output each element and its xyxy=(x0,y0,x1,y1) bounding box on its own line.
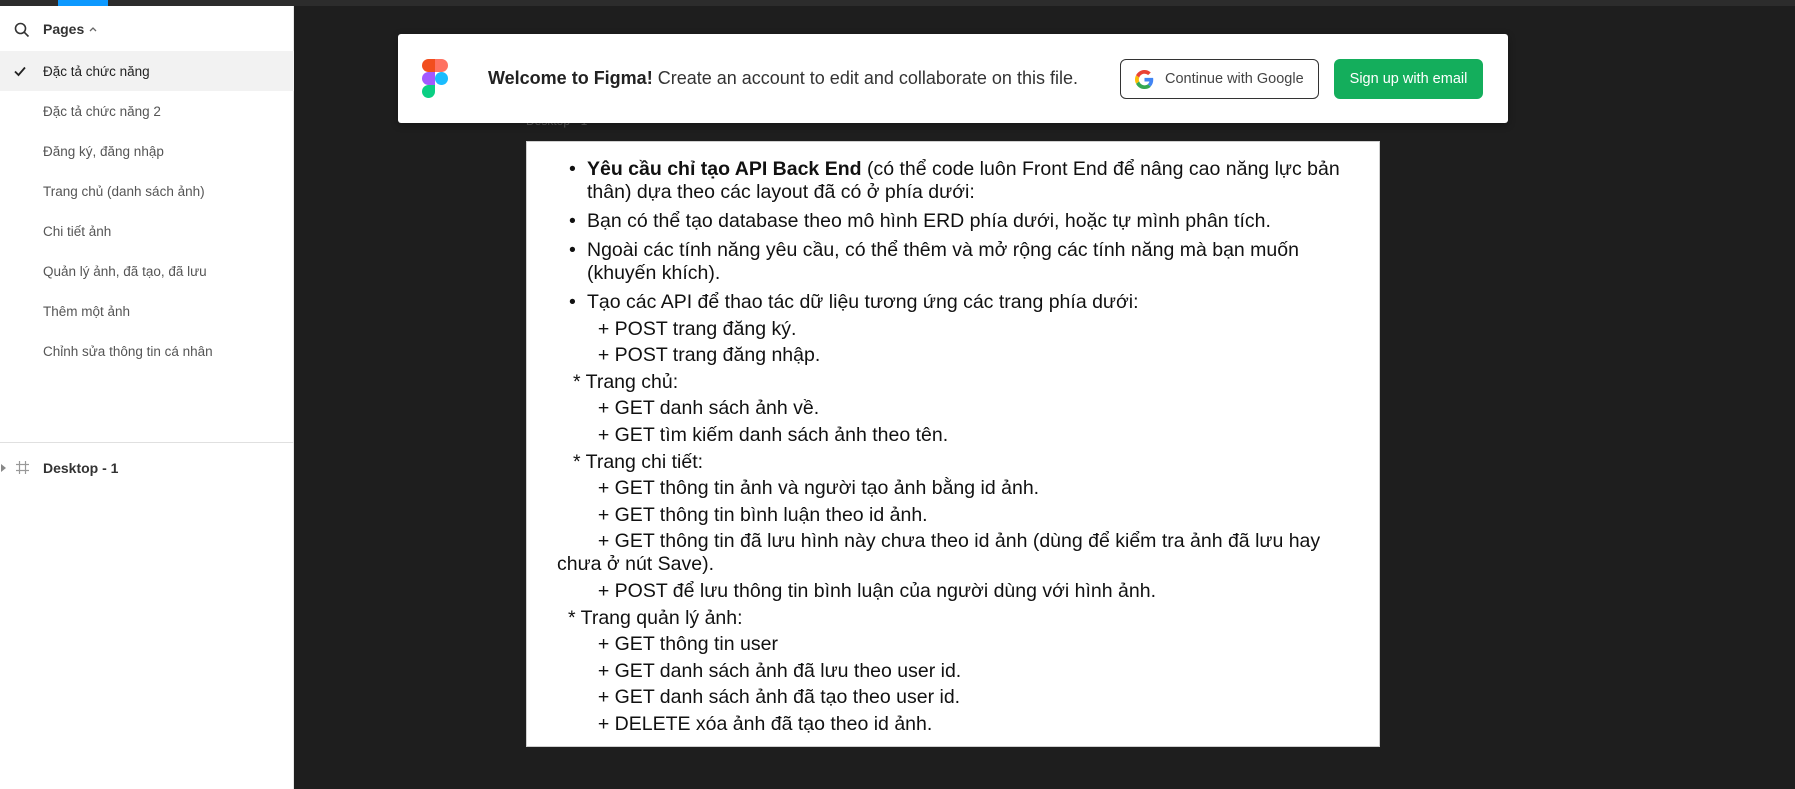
sign-up-with-email-button[interactable]: Sign up with email xyxy=(1334,59,1483,99)
page-item-dang-ky-dang-nhap[interactable]: Đăng ký, đăng nhập xyxy=(0,131,294,171)
text-line: + GET thông tin user xyxy=(587,633,778,656)
page-item-label: Trang chủ (danh sách ảnh) xyxy=(43,183,205,199)
page-item-label: Đặc tả chức năng 2 xyxy=(43,103,161,119)
bullet-text: Tạo các API để thao tác dữ liệu tương ứn… xyxy=(587,291,1139,313)
page-item-dac-ta-chuc-nang-2[interactable]: Đặc tả chức năng 2 xyxy=(0,91,294,131)
page-item-label: Chỉnh sửa thông tin cá nhân xyxy=(43,343,213,359)
page-item-label: Quản lý ảnh, đã tạo, đã lưu xyxy=(43,263,207,279)
frame-icon xyxy=(16,461,29,474)
chevron-up-icon[interactable] xyxy=(88,24,98,34)
signup-button-label: Sign up with email xyxy=(1349,71,1468,87)
page-item-chinh-sua-thong-tin[interactable]: Chỉnh sửa thông tin cá nhân xyxy=(0,331,294,371)
text-line: * Trang quản lý ảnh: xyxy=(568,606,743,629)
bullet-item: Bạn có thể tạo database theo mô hình ERD… xyxy=(557,210,1367,233)
text-line: * Trang chủ: xyxy=(573,370,679,393)
page-item-them-mot-anh[interactable]: Thêm một ảnh xyxy=(0,291,294,331)
text-line: + POST để lưu thông tin bình luận của ng… xyxy=(587,579,1156,602)
page-item-dac-ta-chuc-nang[interactable]: Đặc tả chức năng xyxy=(0,51,294,91)
welcome-message: Welcome to Figma! Create an account to e… xyxy=(488,68,1078,89)
layer-label: Desktop - 1 xyxy=(43,460,119,476)
text-line: + GET danh sách ảnh đã lưu theo user id. xyxy=(587,659,962,682)
text-line: * Trang chi tiết: xyxy=(573,450,704,473)
page-item-quan-ly-anh[interactable]: Quản lý ảnh, đã tạo, đã lưu xyxy=(0,251,294,291)
text-line: + DELETE xóa ảnh đã tạo theo id ảnh. xyxy=(587,712,933,735)
continue-with-google-button[interactable]: Continue with Google xyxy=(1120,59,1319,99)
bullet-item: Ngoài các tính năng yêu cầu, có thể thêm… xyxy=(557,239,1367,285)
welcome-description: Create an account to edit and collaborat… xyxy=(652,68,1078,88)
page-item-label: Đặc tả chức năng xyxy=(43,63,150,79)
text-line: + GET danh sách ảnh về. xyxy=(587,397,820,420)
welcome-title: Welcome to Figma! xyxy=(488,68,653,88)
layer-item-desktop-1[interactable]: Desktop - 1 xyxy=(0,453,294,483)
text-line: + GET thông tin ảnh và người tạo ảnh bằn… xyxy=(587,477,1040,500)
page-item-trang-chu[interactable]: Trang chủ (danh sách ảnh) xyxy=(0,171,294,211)
bullet-item: Yêu cầu chỉ tạo API Back End (có thể cod… xyxy=(557,158,1367,204)
bullet-text: Ngoài các tính năng yêu cầu, có thể thêm… xyxy=(587,239,1299,284)
text-line: + GET danh sách ảnh đã tạo theo user id. xyxy=(587,686,961,709)
text-line: + GET thông tin đã lưu hình này chưa the… xyxy=(557,530,1326,576)
chevron-right-icon[interactable] xyxy=(0,463,8,473)
sidebar-divider xyxy=(0,442,294,443)
figma-logo-icon xyxy=(422,59,448,98)
text-line: + POST trang đăng ký. xyxy=(587,317,797,340)
page-list: Đặc tả chức năng Đặc tả chức năng 2 Đăng… xyxy=(0,51,294,371)
pages-header[interactable]: Pages xyxy=(0,6,294,52)
page-item-label: Thêm một ảnh xyxy=(43,303,131,319)
page-item-chi-tiet-anh[interactable]: Chi tiết ảnh xyxy=(0,211,294,251)
bullet-text: Bạn có thể tạo database theo mô hình ERD… xyxy=(587,210,1271,232)
text-line: + GET tìm kiếm danh sách ảnh theo tên. xyxy=(587,423,949,446)
page-item-label: Chi tiết ảnh xyxy=(43,223,112,239)
text-line: + POST trang đăng nhập. xyxy=(587,344,821,367)
bullet-item: Tạo các API để thao tác dữ liệu tương ứn… xyxy=(557,291,1367,314)
bullet-bold-text: Yêu cầu chỉ tạo API Back End xyxy=(587,158,862,180)
document-content: Yêu cầu chỉ tạo API Back End (có thể cod… xyxy=(557,158,1367,740)
check-icon xyxy=(14,66,26,77)
google-icon xyxy=(1135,70,1154,89)
signup-banner: Welcome to Figma! Create an account to e… xyxy=(398,34,1508,123)
page-item-label: Đăng ký, đăng nhập xyxy=(43,143,164,159)
document-frame[interactable]: Yêu cầu chỉ tạo API Back End (có thể cod… xyxy=(526,141,1380,747)
left-sidebar: Pages Đặc tả chức năng Đặc tả chức năng … xyxy=(0,6,294,789)
text-line: + GET thông tin bình luận theo id ảnh. xyxy=(587,503,928,526)
google-button-label: Continue with Google xyxy=(1165,71,1304,87)
pages-title[interactable]: Pages xyxy=(43,21,84,37)
search-icon[interactable] xyxy=(13,21,31,39)
